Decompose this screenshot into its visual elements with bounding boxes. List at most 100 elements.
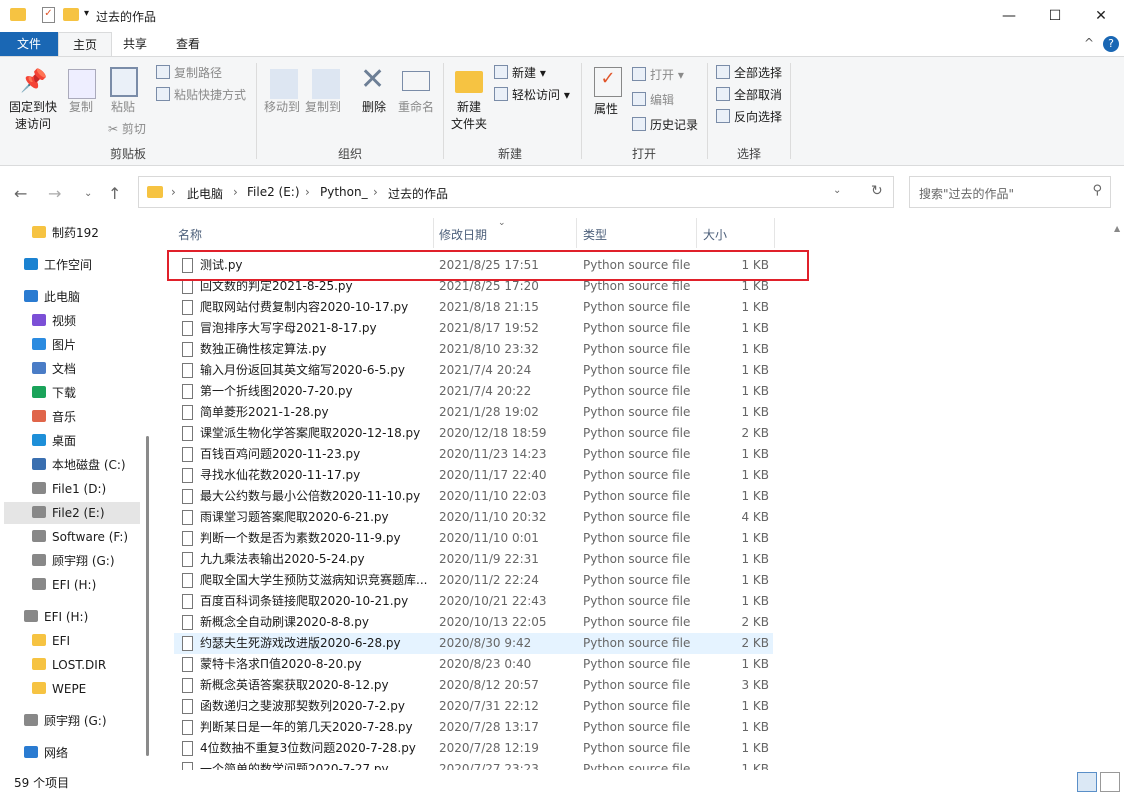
tab-view[interactable]: 查看 [162,32,214,56]
sidebar-item[interactable]: WEPE [4,678,140,700]
sidebar-item[interactable]: 桌面 [4,430,140,452]
new-item-button[interactable]: 新建 ▾ [494,65,546,82]
column-header-name[interactable]: 名称 [178,226,202,243]
file-row[interactable]: 输入月份返回其英文缩写2020-6-5.py 2021/7/4 20:24 Pyth… [174,360,773,381]
file-row[interactable]: 一个简单的数学问题2020-7-27.py 2020/7/27 23:23 Pyth… [174,759,773,770]
file-row[interactable]: 简单菱形2021-1-28.py 2021/1/28 19:02 Python so… [174,402,773,423]
history-button[interactable]: 历史记录 [632,117,698,134]
sidebar-item[interactable]: Software (F:) [4,526,140,548]
file-row[interactable]: 函数递归之斐波那契数列2020-7-2.py 2020/7/31 22:12 Pyt… [174,696,773,717]
tab-home[interactable]: 主页 [58,32,113,56]
file-row[interactable]: 课堂派生物化学答案爬取2020-12-18.py 2020/12/18 18:59… [174,423,773,444]
copy-button[interactable]: 复制 [64,99,98,116]
sidebar-item[interactable]: 顾宇翔 (G:) [4,550,140,572]
search-input[interactable]: 搜索"过去的作品" ⚲ [909,176,1111,208]
tab-share[interactable]: 共享 [109,32,161,56]
copy-path-button[interactable]: 复制路径 [156,65,222,82]
file-row[interactable]: 新概念全自动刷课2020-8-8.py 2020/10/13 22:05 Pytho… [174,612,773,633]
minimize-button[interactable]: — [986,0,1032,32]
breadcrumb-this-pc[interactable]: 此电脑 [187,185,223,202]
file-row[interactable]: 4位数抽不重复3位数问题2020-7-28.py 2020/7/28 12:19 P… [174,738,773,759]
properties-button[interactable]: 属性 [590,101,622,118]
select-all-button[interactable]: 全部选择 [716,65,782,82]
breadcrumb-python[interactable]: Python_ [320,185,368,199]
open-button[interactable]: 打开 ▾ [632,67,684,84]
sidebar-item[interactable]: 视频 [4,310,140,332]
sidebar-item[interactable]: EFI (H:) [4,574,140,596]
vertical-scrollbar[interactable]: ▲ [1112,218,1122,770]
sidebar-item[interactable]: 音乐 [4,406,140,428]
file-row[interactable]: 寻找水仙花数2020-11-17.py 2020/11/17 22:40 Pytho… [174,465,773,486]
file-row[interactable]: 百钱百鸡问题2020-11-23.py 2020/11/23 14:23 Pytho… [174,444,773,465]
file-row[interactable]: 判断一个数是否为素数2020-11-9.py 2020/11/10 0:01 Pyt… [174,528,773,549]
sidebar-item[interactable]: EFI [4,630,140,652]
sidebar-item[interactable]: 顾宇翔 (G:) [4,710,140,732]
sidebar-item[interactable]: 工作空间 [4,254,140,276]
delete-button[interactable]: 删除 [358,99,390,116]
file-row[interactable]: 爬取全国大学生预防艾滋病知识竞赛题库... 2020/11/2 22:24 Pyth… [174,570,773,591]
file-row[interactable]: 最大公约数与最小公倍数2020-11-10.py 2020/11/10 22:03… [174,486,773,507]
file-row[interactable]: 判断某日是一年的第几天2020-7-28.py 2020/7/28 13:17 Py… [174,717,773,738]
file-row[interactable]: 冒泡排序大写字母2021-8-17.py 2021/8/17 19:52 Pytho… [174,318,773,339]
sidebar-item[interactable]: File1 (D:) [4,478,140,500]
rename-button[interactable]: 重命名 [396,99,436,116]
sidebar-item[interactable]: 制药192 [4,222,140,244]
file-row[interactable]: 约瑟夫生死游戏改进版2020-6-28.py 2020/8/30 9:42 Pyth… [174,633,773,654]
sidebar-item[interactable]: EFI (H:) [4,606,140,628]
column-header-date[interactable]: 修改日期 [439,226,487,243]
file-row[interactable]: 爬取网站付费复制内容2020-10-17.py 2021/8/18 21:15 Py… [174,297,773,318]
properties-quick-icon[interactable]: ✓ [42,7,55,23]
sidebar-item[interactable]: LOST.DIR [4,654,140,676]
column-header-size[interactable]: 大小 [703,226,727,243]
file-row[interactable]: 新概念英语答案获取2020-8-12.py 2020/8/12 20:57 Pyth… [174,675,773,696]
forward-button[interactable]: → [48,184,61,203]
recent-locations-button[interactable]: ⌄ [84,188,92,199]
chevron-right-icon[interactable]: › [233,185,238,199]
customize-quick-access-icon[interactable]: ▾ [84,8,89,19]
pin-quick-access-button[interactable]: 固定到快 速访问 [6,99,60,133]
paste-button[interactable]: 粘贴 [106,99,140,116]
sidebar-item[interactable]: 文档 [4,358,140,380]
scroll-up-icon[interactable]: ▲ [1114,224,1120,233]
paste-shortcut-button[interactable]: 粘贴快捷方式 [156,87,246,104]
breadcrumb-current[interactable]: 过去的作品 [388,185,448,202]
file-row[interactable]: 蒙特卡洛求Π值2020-8-20.py 2020/8/23 0:40 Python … [174,654,773,675]
sidebar-scrollbar[interactable] [146,436,149,756]
file-row[interactable]: 雨课堂习题答案爬取2020-6-21.py 2020/11/10 20:32 Pyt… [174,507,773,528]
refresh-icon[interactable]: ↻ [871,183,883,199]
edit-button[interactable]: 编辑 [632,92,674,109]
maximize-button[interactable]: ☐ [1032,0,1078,32]
select-none-button[interactable]: 全部取消 [716,87,782,104]
copy-to-button[interactable]: 复制到 [303,99,343,116]
tab-file[interactable]: 文件 [0,32,58,56]
new-folder-quick-icon[interactable] [63,8,79,21]
file-row[interactable]: 第一个折线图2020-7-20.py 2021/7/4 20:22 Python s… [174,381,773,402]
large-icons-view-button[interactable] [1100,772,1120,792]
close-button[interactable]: ✕ [1078,0,1124,32]
up-button[interactable]: ↑ [108,184,121,203]
sidebar-item[interactable]: 本地磁盘 (C:) [4,454,140,476]
address-dropdown-icon[interactable]: ⌄ [833,185,841,196]
file-row[interactable]: 百度百科词条链接爬取2020-10-21.py 2020/10/21 22:43 P… [174,591,773,612]
chevron-right-icon[interactable]: › [171,185,176,199]
address-bar[interactable]: › 此电脑 › File2 (E:) › Python_ › 过去的作品 ⌄ ↻ [138,176,894,208]
file-row[interactable]: 九九乘法表输出2020-5-24.py 2020/11/9 22:31 Python… [174,549,773,570]
breadcrumb-drive[interactable]: File2 (E:) [247,185,300,199]
new-folder-button[interactable]: 新建 文件夹 [449,99,489,133]
sidebar-item[interactable]: 下载 [4,382,140,404]
sidebar-item[interactable]: 此电脑 [4,286,140,308]
move-to-button[interactable]: 移动到 [262,99,302,116]
file-row[interactable]: 数独正确性核定算法.py 2021/8/10 23:32 Python source… [174,339,773,360]
sidebar-item[interactable]: File2 (E:) [4,502,140,524]
help-icon[interactable]: ? [1103,36,1119,52]
collapse-ribbon-icon[interactable]: ^ [1084,36,1094,50]
sidebar-item[interactable]: 网络 [4,742,140,764]
column-header-type[interactable]: 类型 [583,226,607,243]
cut-button[interactable]: ✂ 剪切 [108,121,146,138]
easy-access-button[interactable]: 轻松访问 ▾ [494,87,570,104]
sidebar-item[interactable]: 图片 [4,334,140,356]
invert-selection-button[interactable]: 反向选择 [716,109,782,126]
chevron-right-icon[interactable]: › [305,185,310,199]
chevron-right-icon[interactable]: › [373,185,378,199]
back-button[interactable]: ← [14,184,27,203]
